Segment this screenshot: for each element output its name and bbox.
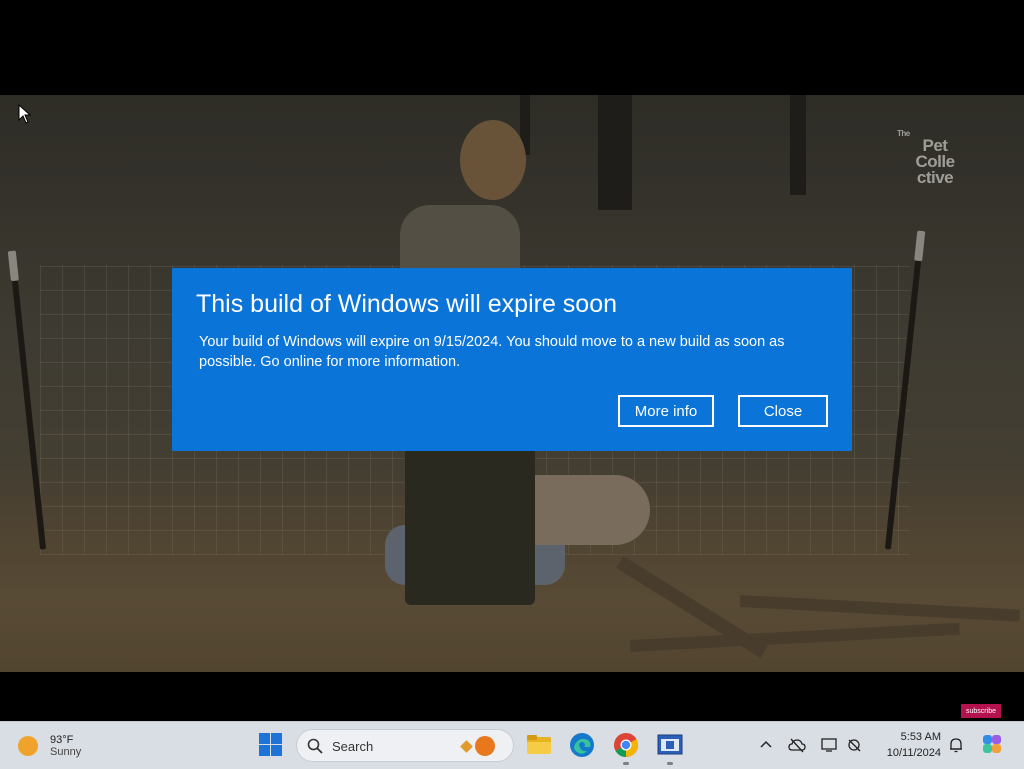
close-button[interactable]: Close (738, 395, 828, 427)
running-indicator (667, 762, 673, 765)
taskbar-clock[interactable]: 5:53 AM 10/11/2024 (873, 729, 941, 761)
onedrive-icon[interactable] (788, 736, 806, 754)
weather-temp: 93°F (50, 734, 74, 746)
notification-icon[interactable] (947, 736, 965, 754)
expiration-dialog: This build of Windows will expire soon Y… (172, 268, 852, 451)
clock-date: 10/11/2024 (886, 747, 941, 759)
subscribe-badge[interactable]: subscribe (961, 704, 1001, 718)
search-label: Search (332, 739, 374, 754)
display-icon[interactable] (820, 736, 838, 754)
pumpkin-icon (475, 736, 495, 756)
more-info-button[interactable]: More info (618, 395, 714, 427)
dialog-title: This build of Windows will expire soon (196, 290, 618, 318)
edge-icon[interactable] (569, 732, 595, 758)
dialog-message: Your build of Windows will expire on 9/1… (199, 334, 785, 370)
weather-condition: Sunny (50, 746, 82, 758)
clock-time: 5:53 AM (900, 731, 941, 743)
start-icon[interactable] (258, 732, 284, 758)
mouse-cursor-icon (18, 104, 32, 124)
chrome-icon[interactable] (613, 732, 639, 758)
copilot-icon[interactable] (981, 733, 1003, 755)
sun-icon (18, 736, 38, 756)
leaf-icon (460, 740, 473, 753)
app-window-icon[interactable] (657, 732, 683, 758)
weather-widget[interactable]: 93°F Sunny (18, 730, 81, 762)
search-icon (307, 738, 323, 754)
chevron-up-icon[interactable] (757, 736, 775, 754)
running-indicator (623, 762, 629, 765)
taskbar-search[interactable]: Search (296, 729, 514, 762)
network-icon[interactable] (846, 736, 864, 754)
file-explorer-icon[interactable] (526, 732, 552, 758)
taskbar: 93°F Sunny Search 5:53 AM 10/11/2024 (0, 721, 1024, 769)
